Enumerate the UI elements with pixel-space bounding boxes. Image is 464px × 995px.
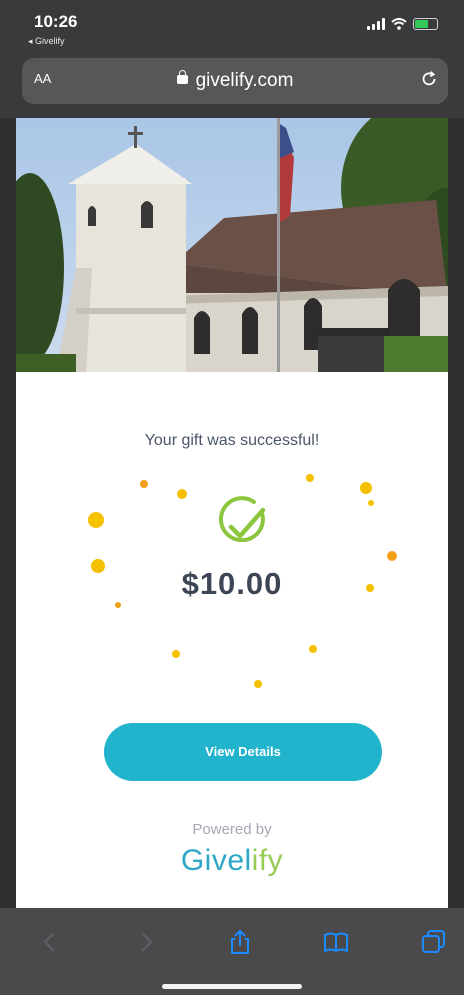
wifi-icon bbox=[391, 18, 407, 30]
view-details-button[interactable]: View Details bbox=[104, 723, 382, 781]
back-arrow-icon[interactable] bbox=[36, 928, 64, 956]
gift-amount: $10.00 bbox=[181, 566, 283, 601]
success-message: Your gift was successful! bbox=[144, 432, 320, 449]
status-time: 10:26 bbox=[34, 12, 78, 31]
lock-icon bbox=[176, 70, 188, 87]
church-photo bbox=[16, 118, 448, 372]
battery-icon bbox=[413, 18, 438, 30]
url-display[interactable]: givelify.com bbox=[22, 70, 448, 92]
forward-arrow-icon[interactable] bbox=[132, 928, 160, 956]
checkmark-circle-icon bbox=[218, 496, 266, 543]
phone-screen: 10:26 ◂ Givelify AA givelify.com Your gi… bbox=[0, 0, 464, 995]
address-bar[interactable]: AA givelify.com bbox=[22, 58, 448, 104]
share-icon[interactable] bbox=[226, 928, 254, 956]
powered-by-label: Powered by bbox=[192, 821, 272, 838]
web-content: Your gift was successful! $10.00 View De… bbox=[16, 118, 448, 908]
home-indicator[interactable] bbox=[162, 984, 302, 989]
tabs-icon[interactable] bbox=[420, 928, 448, 956]
givelify-logo: Givelify bbox=[16, 844, 448, 878]
logo-text-part1: Givel bbox=[180, 844, 252, 877]
bookmarks-icon[interactable] bbox=[322, 928, 350, 956]
back-to-app-link[interactable]: ◂ Givelify bbox=[28, 36, 65, 47]
browser-address-area: AA givelify.com bbox=[0, 56, 464, 118]
status-bar: 10:26 ◂ Givelify bbox=[0, 0, 464, 56]
cellular-signal-icon bbox=[367, 18, 385, 30]
browser-toolbar bbox=[0, 908, 464, 995]
url-text: givelify.com bbox=[195, 70, 294, 91]
status-indicators bbox=[367, 18, 438, 30]
logo-text-part2: ify bbox=[251, 844, 284, 877]
reload-icon[interactable] bbox=[420, 70, 438, 88]
